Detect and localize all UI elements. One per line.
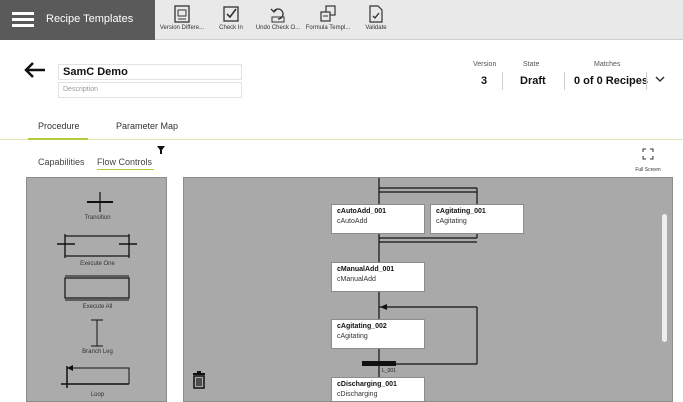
tool-label: Formula Templ... [305,25,351,31]
tool-label: Undo Check O... [255,25,301,31]
tab-parameter-map[interactable]: Parameter Map [116,121,178,131]
undo-check-out-button[interactable]: Undo Check O... [254,5,302,37]
active-tab-indicator [28,138,88,140]
flow-connectors [362,178,478,401]
canvas-scrollbar[interactable] [662,214,667,342]
validate-icon [369,5,383,23]
step-name: cAutoAdd_001 [337,208,387,215]
loop-tool[interactable] [27,364,168,390]
version-difference-button[interactable]: Version Differe... [158,5,206,37]
palette-label-execute-one: Execute One [80,261,115,267]
hamburger-icon[interactable] [12,12,34,28]
step-type: cAgitating [436,218,467,225]
execute-all-tool[interactable] [27,274,168,302]
step-cagitating-002[interactable]: cAgitating_002 cAgitating [331,319,425,349]
version-value: 3 [481,75,488,87]
step-name: cAgitating_001 [436,208,486,215]
recipe-name-field[interactable]: SamC Demo [58,64,242,80]
expand-icon [642,148,654,160]
matches-label: Matches [594,61,621,68]
formula-template-button[interactable]: Formula Templ... [304,5,352,37]
step-name: cAgitating_002 [337,323,387,330]
subtab-capabilities[interactable]: Capabilities [38,157,85,167]
step-cagitating-001[interactable]: cAgitating_001 cAgitating [430,204,524,234]
tab-procedure[interactable]: Procedure [38,121,80,131]
matches-value: 0 of 0 Recipes [574,75,648,87]
tabs-divider [0,139,683,140]
check-in-icon [223,6,239,22]
top-toolbar: Recipe Templates Version Differe... Chec… [0,0,683,40]
tool-label: Version Differe... [159,25,205,31]
meta-divider [564,72,565,90]
subtab-flow-controls[interactable]: Flow Controls [97,157,152,167]
meta-divider [646,72,647,90]
formula-template-icon [320,5,336,22]
chevron-down-icon[interactable] [654,73,666,85]
branch-leg-tool[interactable] [27,318,168,348]
meta-divider [502,72,503,90]
step-type: cAutoAdd [337,218,368,225]
tool-label: Validate [365,25,387,31]
tool-label: Check In [219,25,243,31]
state-label: State [523,61,540,68]
palette-label-loop: Loop [90,392,105,398]
description-field[interactable]: Description [58,82,242,98]
execute-one-tool[interactable] [27,232,168,260]
filter-icon[interactable] [157,146,165,154]
step-cautoadd-001[interactable]: cAutoAdd_001 cAutoAdd [331,204,425,234]
full-screen-label: Full Screen [635,167,661,173]
step-type: cManualAdd [337,276,376,283]
check-in-button[interactable]: Check In [214,5,248,37]
version-label: Version [473,61,497,68]
back-arrow-icon[interactable] [24,62,46,78]
full-screen-button[interactable]: Full Screen [630,147,666,173]
flow-controls-palette: Transition Execute One Execute All Branc… [26,177,167,402]
version-difference-icon [174,5,190,23]
palette-label-branch-leg: Branch Leg [82,349,113,355]
step-cdischarging-001[interactable]: cDischarging_001 cDischarging [331,377,425,401]
step-type: cDischarging [337,391,378,398]
palette-label-execute-all: Execute All [82,304,113,310]
step-name: cDischarging_001 [337,381,397,388]
trash-icon[interactable] [192,371,206,389]
app-menu[interactable]: Recipe Templates [0,0,155,40]
step-name: cManualAdd_001 [337,266,395,273]
palette-label-transition: Transition [84,215,111,221]
recipe-editor: Recipe Templates Version Differe... Chec… [0,0,683,402]
step-cmanualadd-001[interactable]: cManualAdd_001 cManualAdd [331,262,425,292]
validate-button[interactable]: Validate [360,5,392,37]
procedure-canvas[interactable]: cAutoAdd_001 cAutoAdd cAgitating_001 cAg… [183,177,673,402]
active-subtab-indicator [97,169,154,170]
state-value: Draft [520,75,546,87]
transition-tool[interactable] [27,190,168,214]
app-title: Recipe Templates [46,13,134,25]
transition-label: L_001 [382,368,396,374]
step-type: cAgitating [337,333,368,340]
undo-check-out-icon [270,8,285,23]
